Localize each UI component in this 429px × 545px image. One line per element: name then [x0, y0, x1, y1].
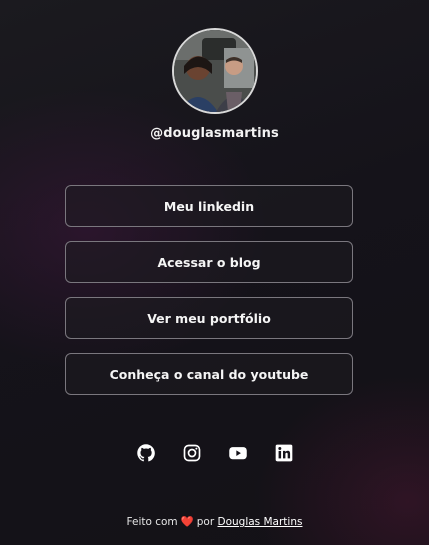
links-list: Meu linkedin Acessar o blog Ver meu port… [65, 185, 353, 409]
author-link[interactable]: Douglas Martins [218, 516, 303, 528]
blog-link-button[interactable]: Acessar o blog [65, 241, 353, 283]
linkedin-link-button[interactable]: Meu linkedin [65, 185, 353, 227]
footer-prefix: Feito com [126, 516, 178, 528]
youtube-icon[interactable] [228, 443, 248, 463]
social-icons [0, 443, 429, 463]
avatar-photo [173, 30, 256, 112]
avatar [171, 28, 258, 114]
heart-icon: ❤️ [180, 516, 194, 528]
linkedin-icon[interactable] [274, 443, 294, 463]
portfolio-link-button[interactable]: Ver meu portfólio [65, 297, 353, 339]
youtube-channel-link-button[interactable]: Conheça o canal do youtube [65, 353, 353, 395]
footer-by: por [196, 516, 215, 528]
footer: Feito com ❤️ por Douglas Martins [0, 515, 429, 528]
github-icon[interactable] [136, 443, 156, 463]
profile-handle: @douglasmartins [150, 126, 279, 141]
instagram-icon[interactable] [182, 443, 202, 463]
profile-header: @douglasmartins [0, 28, 429, 141]
